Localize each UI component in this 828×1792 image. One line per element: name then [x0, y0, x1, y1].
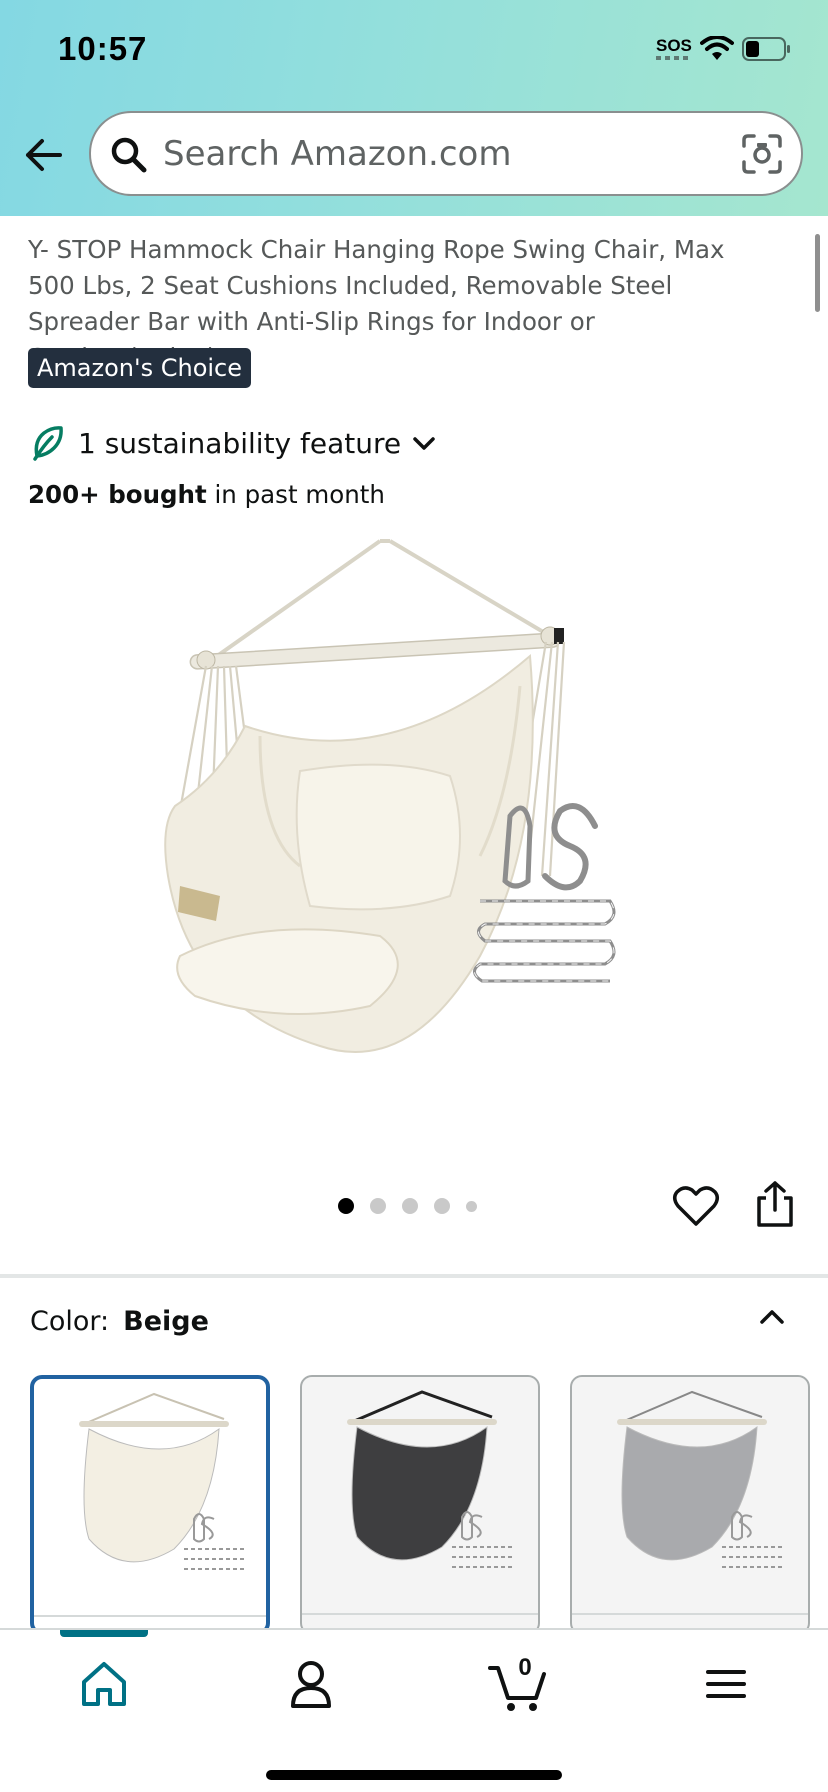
color-swatch-beige[interactable] [30, 1375, 270, 1635]
chevron-down-icon [413, 437, 435, 450]
bought-in-past-month: 200+ bought in past month [28, 480, 385, 509]
section-divider [0, 1274, 828, 1278]
swatch-image [617, 1390, 782, 1568]
swatch-image [79, 1392, 244, 1570]
back-arrow-icon[interactable] [20, 130, 70, 180]
product-image[interactable] [150, 536, 710, 1116]
swatch-image [347, 1390, 512, 1568]
wifi-icon [700, 36, 734, 60]
cart-count: 0 [518, 1654, 532, 1681]
account-icon[interactable] [281, 1654, 341, 1714]
heart-icon[interactable] [672, 1184, 720, 1228]
color-swatch-light-grey[interactable] [570, 1375, 810, 1635]
camera-scan-icon[interactable] [741, 133, 783, 175]
status-time: 10:57 [58, 30, 148, 67]
menu-icon[interactable] [696, 1654, 756, 1714]
selected-color-value: Beige [123, 1306, 209, 1337]
carousel-dot-2[interactable] [370, 1198, 386, 1214]
swatch-divider [302, 1613, 538, 1615]
sustainability-feature-toggle[interactable]: 1 sustainability feature [28, 420, 439, 466]
image-carousel-dots[interactable] [338, 1196, 493, 1216]
leaf-icon [33, 426, 63, 461]
swatch-divider [34, 1615, 266, 1617]
color-label: Color: [30, 1306, 110, 1337]
bought-suffix: in past month [206, 480, 385, 509]
carousel-dot-4[interactable] [434, 1198, 450, 1214]
status-bar: 10:57 SOS [0, 0, 828, 100]
color-swatch-dark-grey[interactable] [300, 1375, 540, 1635]
swatch-divider [572, 1613, 808, 1615]
amazons-choice-badge[interactable]: Amazon's Choice [28, 348, 252, 388]
carousel-dot-3[interactable] [402, 1198, 418, 1214]
share-icon[interactable] [754, 1180, 796, 1228]
carousel-dot-5[interactable] [466, 1200, 477, 1212]
scroll-indicator [815, 234, 820, 312]
color-selection-row[interactable]: Color: Beige [30, 1306, 209, 1337]
search-input[interactable] [163, 125, 723, 183]
header: 10:57 SOS [0, 0, 828, 216]
bottom-navigation: 0 [0, 1628, 828, 1792]
home-icon[interactable] [74, 1654, 134, 1714]
home-indicator [266, 1770, 562, 1780]
sustainability-label: 1 sustainability feature [78, 426, 402, 460]
carousel-dot-1[interactable] [338, 1198, 354, 1214]
bought-count: 200+ bought [28, 480, 207, 509]
signal-dots-icon [656, 56, 688, 60]
chevron-up-icon[interactable] [754, 1300, 790, 1334]
sos-indicator: SOS [656, 36, 692, 55]
battery-icon [742, 37, 790, 61]
search-bar[interactable] [89, 111, 803, 196]
search-icon [111, 137, 147, 173]
active-tab-indicator [60, 1630, 148, 1637]
cart-button[interactable]: 0 [488, 1654, 558, 1714]
